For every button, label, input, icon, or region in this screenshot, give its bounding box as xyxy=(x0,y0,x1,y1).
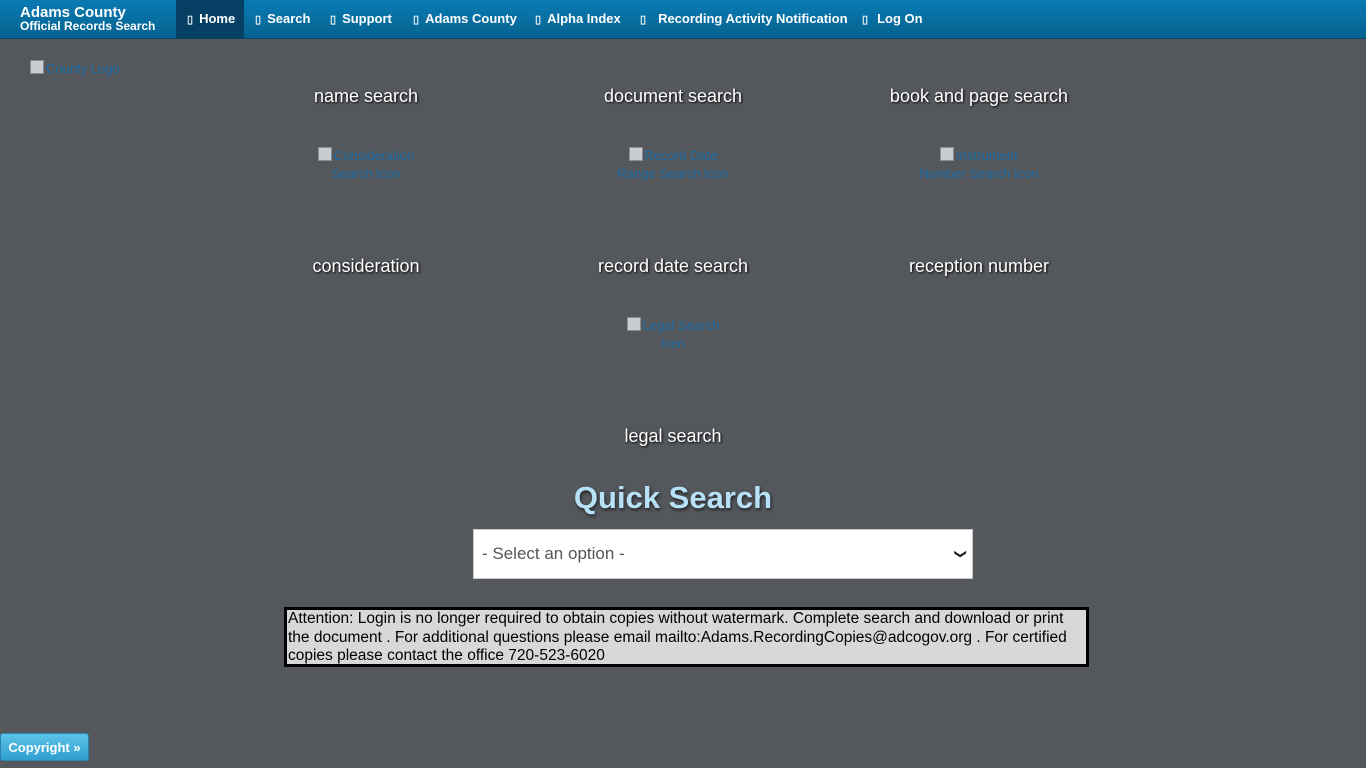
list-icon: ▯ xyxy=(535,14,542,26)
quick-search-select[interactable]: - Select an option - ❯ xyxy=(473,529,973,579)
nav-log-on-label: Log On xyxy=(877,11,923,26)
consideration-link[interactable]: consideration xyxy=(312,256,419,277)
legal-icon-alt: Legal Search Icon xyxy=(642,318,720,351)
attention-notice: Attention: Login is no longer required t… xyxy=(284,607,1089,667)
nav-support-label: Support xyxy=(342,11,392,26)
nav-home[interactable]: ▯ Home xyxy=(176,0,244,39)
nav-home-label: Home xyxy=(199,11,236,26)
nav-alpha-index-label: Alpha Index xyxy=(547,11,621,26)
broken-image-icon xyxy=(626,317,641,331)
nav-support[interactable]: ▯ Support xyxy=(330,0,392,39)
record-date-search-link[interactable]: record date search xyxy=(598,256,748,277)
legal-search-link[interactable]: legal search xyxy=(624,426,721,447)
nav-adams-county-label: Adams County xyxy=(425,11,517,26)
nav-search[interactable]: ▯ Search xyxy=(255,0,310,39)
quick-search-selected: - Select an option - xyxy=(482,544,625,563)
broken-image-icon xyxy=(628,147,643,161)
legal-search-icon[interactable]: Legal Search Icon xyxy=(613,317,733,353)
broken-image-icon xyxy=(30,60,44,74)
nav-recording-activity[interactable]: ▯ Recording Activity Notification xyxy=(640,0,848,39)
broken-image-icon xyxy=(317,147,332,161)
broken-image-icon xyxy=(940,147,955,161)
county-logo-alt: County Logo xyxy=(46,61,120,76)
county-logo[interactable]: County Logo xyxy=(30,60,120,78)
brand-subtitle: Official Records Search xyxy=(20,19,156,33)
chevron-down-icon: ❯ xyxy=(953,548,968,560)
nav-adams-county[interactable]: ▯ Adams County xyxy=(413,0,517,39)
name-search-link[interactable]: name search xyxy=(314,86,418,107)
nav-log-on[interactable]: ▯ Log On xyxy=(862,0,923,39)
book-and-page-search-link[interactable]: book and page search xyxy=(890,86,1068,107)
copyright-button[interactable]: Copyright » xyxy=(0,733,89,761)
home-icon: ▯ xyxy=(187,14,194,26)
nav-alpha-index[interactable]: ▯ Alpha Index xyxy=(535,0,621,39)
search-icon: ▯ xyxy=(255,14,262,26)
nav-search-label: Search xyxy=(267,11,311,26)
reception-number-link[interactable]: reception number xyxy=(909,256,1049,277)
nav-recording-activity-label: Recording Activity Notification xyxy=(658,11,848,26)
brand-title: Adams County xyxy=(20,4,126,21)
quick-search-title: Quick Search xyxy=(573,480,773,515)
instrument-icon-alt: Instrument Number Search Icon xyxy=(919,148,1039,181)
bell-icon: ▯ xyxy=(640,14,647,26)
support-icon: ▯ xyxy=(330,14,337,26)
brand[interactable]: Adams County Official Records Search xyxy=(20,5,155,32)
consideration-icon-alt: Consideration Search Icon xyxy=(331,148,415,181)
user-icon: ▯ xyxy=(862,14,869,26)
consideration-search-icon[interactable]: Consideration Search Icon xyxy=(306,147,426,183)
record-date-range-search-icon[interactable]: Record Date Range Search Icon xyxy=(613,147,733,183)
building-icon: ▯ xyxy=(413,14,420,26)
top-navbar: Adams County Official Records Search ▯ Ho… xyxy=(0,0,1366,39)
instrument-number-search-icon[interactable]: Instrument Number Search Icon xyxy=(919,147,1039,183)
document-search-link[interactable]: document search xyxy=(604,86,742,107)
